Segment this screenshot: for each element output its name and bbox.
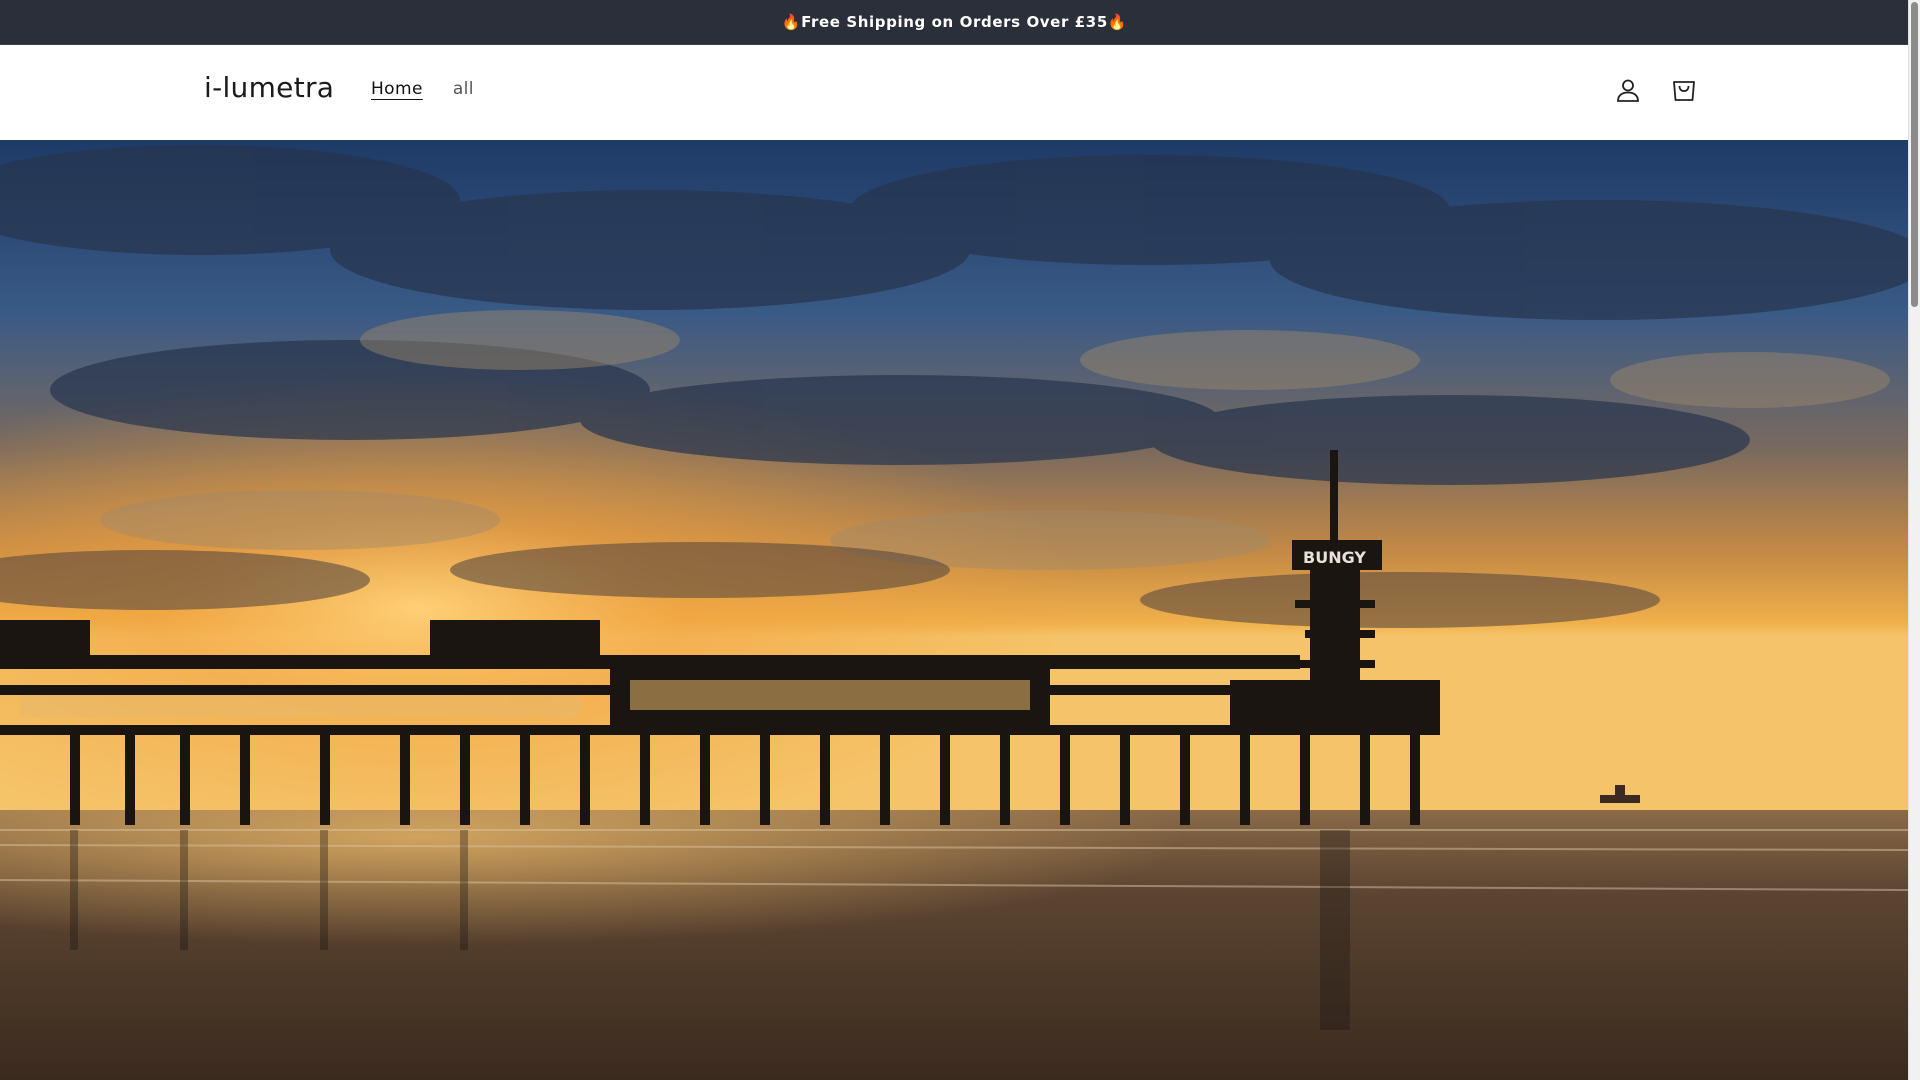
- store-logo[interactable]: i-lumetra: [204, 71, 334, 104]
- nav-link-all[interactable]: all: [453, 79, 474, 99]
- cart-button[interactable]: [1666, 72, 1702, 108]
- scrollbar-thumb[interactable]: [1911, 2, 1918, 307]
- page-scrollbar[interactable]: [1908, 0, 1920, 1080]
- page: 🔥Free Shipping on Orders Over £35🔥 i-lum…: [0, 0, 1920, 1080]
- account-icon: [1617, 79, 1639, 102]
- hero-image: BUNGY: [0, 140, 1909, 1080]
- viewport: 🔥Free Shipping on Orders Over £35🔥 i-lum…: [0, 0, 1909, 1080]
- announcement-text: 🔥Free Shipping on Orders Over £35🔥: [781, 13, 1128, 31]
- site-header: i-lumetra Home all: [0, 45, 1909, 141]
- nav-link-home[interactable]: Home: [371, 79, 423, 99]
- cart-icon: [1673, 81, 1695, 101]
- hero-banner: BUNGY: [0, 140, 1909, 1080]
- main-nav: Home all: [371, 79, 474, 99]
- tower-sign-text: BUNGY: [1303, 548, 1366, 567]
- account-button[interactable]: [1610, 72, 1646, 108]
- header-icons: [1610, 72, 1702, 108]
- announcement-bar: 🔥Free Shipping on Orders Over £35🔥: [0, 0, 1909, 45]
